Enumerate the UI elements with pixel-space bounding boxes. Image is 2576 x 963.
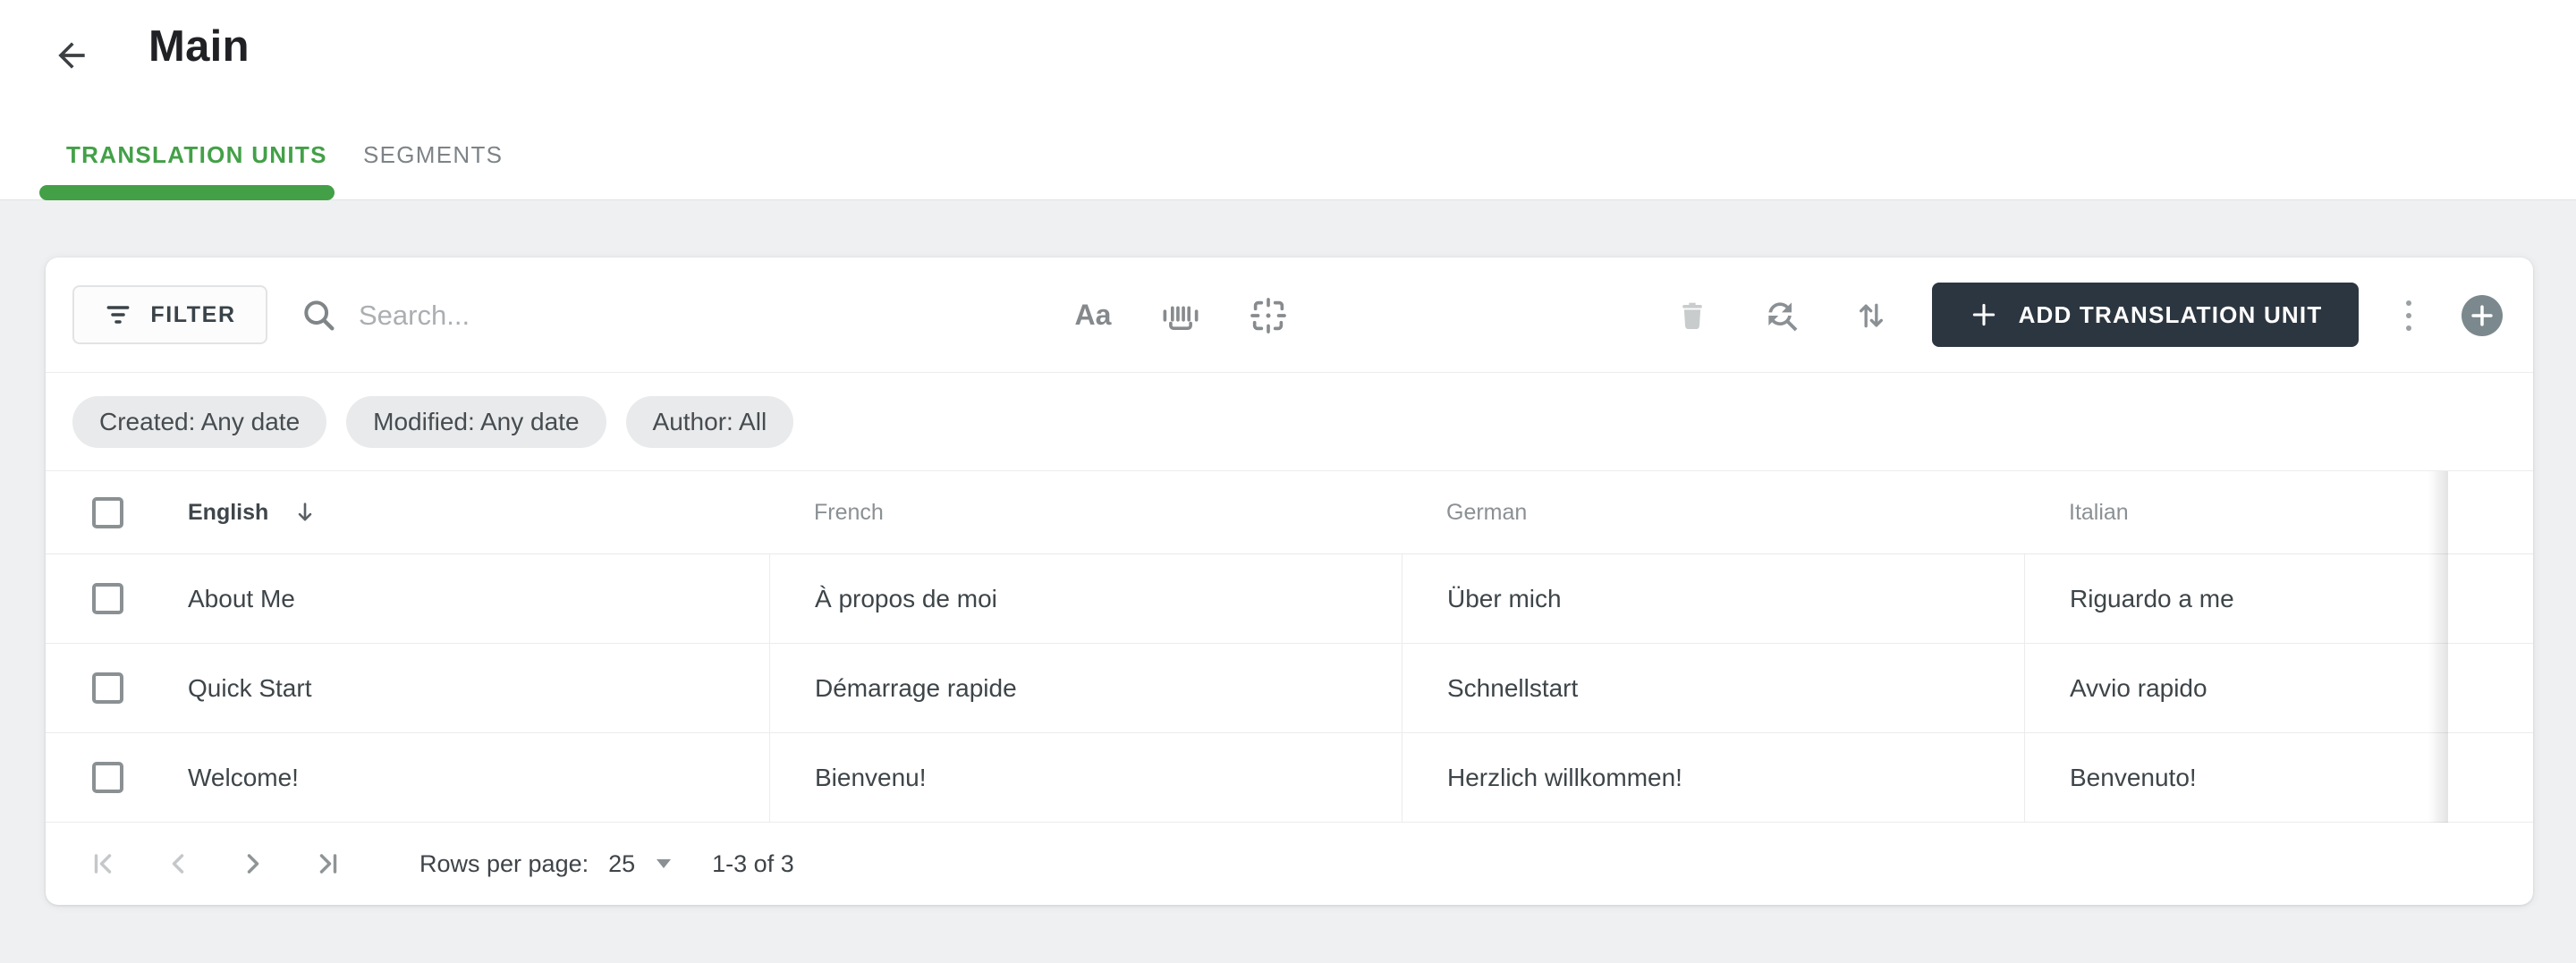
search-option-icons: Aa [1072, 258, 1289, 373]
cell-german: Über mich [1402, 554, 2024, 643]
chevron-right-icon [247, 854, 259, 874]
back-button[interactable] [50, 34, 93, 77]
column-header-english: English [188, 499, 269, 525]
filter-button[interactable]: FILTER [72, 285, 267, 344]
cell-spacer [2446, 733, 2533, 822]
chip-modified[interactable]: Modified: Any date [346, 395, 606, 448]
kebab-dot [2406, 300, 2411, 306]
cell-english: Welcome! [188, 763, 299, 791]
pagination-bar: Rows per page: 25 1-3 of 3 [46, 823, 2533, 905]
tab-translation-units[interactable]: TRANSLATION UNITS [66, 141, 327, 169]
rows-per-page-label: Rows per page: [419, 849, 589, 877]
row-checkbox[interactable] [92, 672, 123, 704]
chip-created[interactable]: Created: Any date [72, 395, 327, 448]
chip-author[interactable]: Author: All [625, 395, 794, 448]
header-cell-english[interactable]: English [46, 471, 769, 553]
table-row[interactable]: About Me À propos de moi Über mich Rigua… [46, 554, 2533, 644]
table-row[interactable]: Quick Start Démarrage rapide Schnellstar… [46, 644, 2533, 733]
search-box [300, 258, 997, 373]
column-header-french[interactable]: French [769, 471, 1402, 553]
row-checkbox[interactable] [92, 583, 123, 614]
cell-french: Démarrage rapide [769, 644, 1402, 732]
cell-spacer [2446, 644, 2533, 732]
delete-icon[interactable] [1672, 295, 1713, 336]
sort-vertical-icon[interactable] [1851, 295, 1892, 336]
column-header-german[interactable]: German [1402, 471, 2024, 553]
select-all-checkbox[interactable] [92, 496, 123, 528]
tab-segments[interactable]: SEGMENTS [363, 141, 503, 169]
row-checkbox[interactable] [92, 762, 123, 793]
toolbar: FILTER Aa [46, 258, 2533, 373]
toolbar-actions [1672, 258, 1892, 373]
app-header: Main TRANSLATION UNITS SEGMENTS [0, 0, 2576, 200]
column-header-italian[interactable]: Italian [2024, 471, 2446, 553]
cell-german: Schnellstart [1402, 644, 2024, 732]
next-page-button[interactable] [237, 848, 269, 880]
cell-italian: Benvenuto! [2024, 733, 2446, 822]
selection-frame-icon[interactable] [1248, 295, 1289, 336]
cell-french: À propos de moi [769, 554, 1402, 643]
chevron-left-icon [172, 854, 184, 874]
last-page-button[interactable] [312, 848, 344, 880]
page-first-icon [94, 854, 112, 874]
cell-english: Quick Start [188, 673, 312, 702]
search-input[interactable] [359, 299, 931, 332]
kebab-dot [2406, 312, 2411, 318]
sort-down-arrow-icon [292, 499, 318, 526]
cell-german: Herzlich willkommen! [1402, 733, 2024, 822]
plus-icon [2471, 305, 2493, 326]
more-options-button[interactable] [2389, 258, 2428, 373]
plus-icon [1972, 303, 1995, 326]
fab-add-button[interactable] [2462, 295, 2503, 336]
header-cell-spacer [2446, 471, 2533, 553]
first-page-button[interactable] [87, 848, 119, 880]
rows-per-page-caret-icon[interactable] [657, 859, 672, 868]
filter-chips-row: Created: Any date Modified: Any date Aut… [46, 373, 2533, 471]
page-title: Main [148, 22, 250, 71]
table-row[interactable]: Welcome! Bienvenu! Herzlich willkommen! … [46, 733, 2533, 823]
page-last-icon [319, 854, 337, 874]
search-icon [304, 300, 335, 330]
active-tab-indicator [39, 185, 335, 200]
match-case-icon[interactable]: Aa [1072, 295, 1114, 336]
kebab-dot [2406, 325, 2411, 331]
cell-italian: Avvio rapido [2024, 644, 2446, 732]
add-translation-unit-button[interactable]: ADD TRANSLATION UNIT [1932, 283, 2359, 347]
previous-page-button[interactable] [162, 848, 194, 880]
find-replace-icon[interactable] [1761, 295, 1802, 336]
filter-button-label: FILTER [150, 301, 236, 327]
cell-italian: Riguardo a me [2024, 554, 2446, 643]
whole-word-icon[interactable] [1160, 295, 1201, 336]
arrow-left-icon [58, 42, 85, 69]
cell-spacer [2446, 554, 2533, 643]
cell-english: About Me [188, 584, 295, 612]
rows-per-page-value[interactable]: 25 [608, 850, 635, 878]
translation-units-card: FILTER Aa [46, 258, 2533, 905]
filter-list-icon [106, 306, 130, 324]
add-translation-unit-label: ADD TRANSLATION UNIT [2018, 300, 2323, 328]
table-header: English French German Italian [46, 471, 2533, 554]
cell-french: Bienvenu! [769, 733, 1402, 822]
translation-units-screen: Main TRANSLATION UNITS SEGMENTS FILTER S… [0, 0, 2576, 963]
pagination-range: 1-3 of 3 [712, 849, 794, 877]
